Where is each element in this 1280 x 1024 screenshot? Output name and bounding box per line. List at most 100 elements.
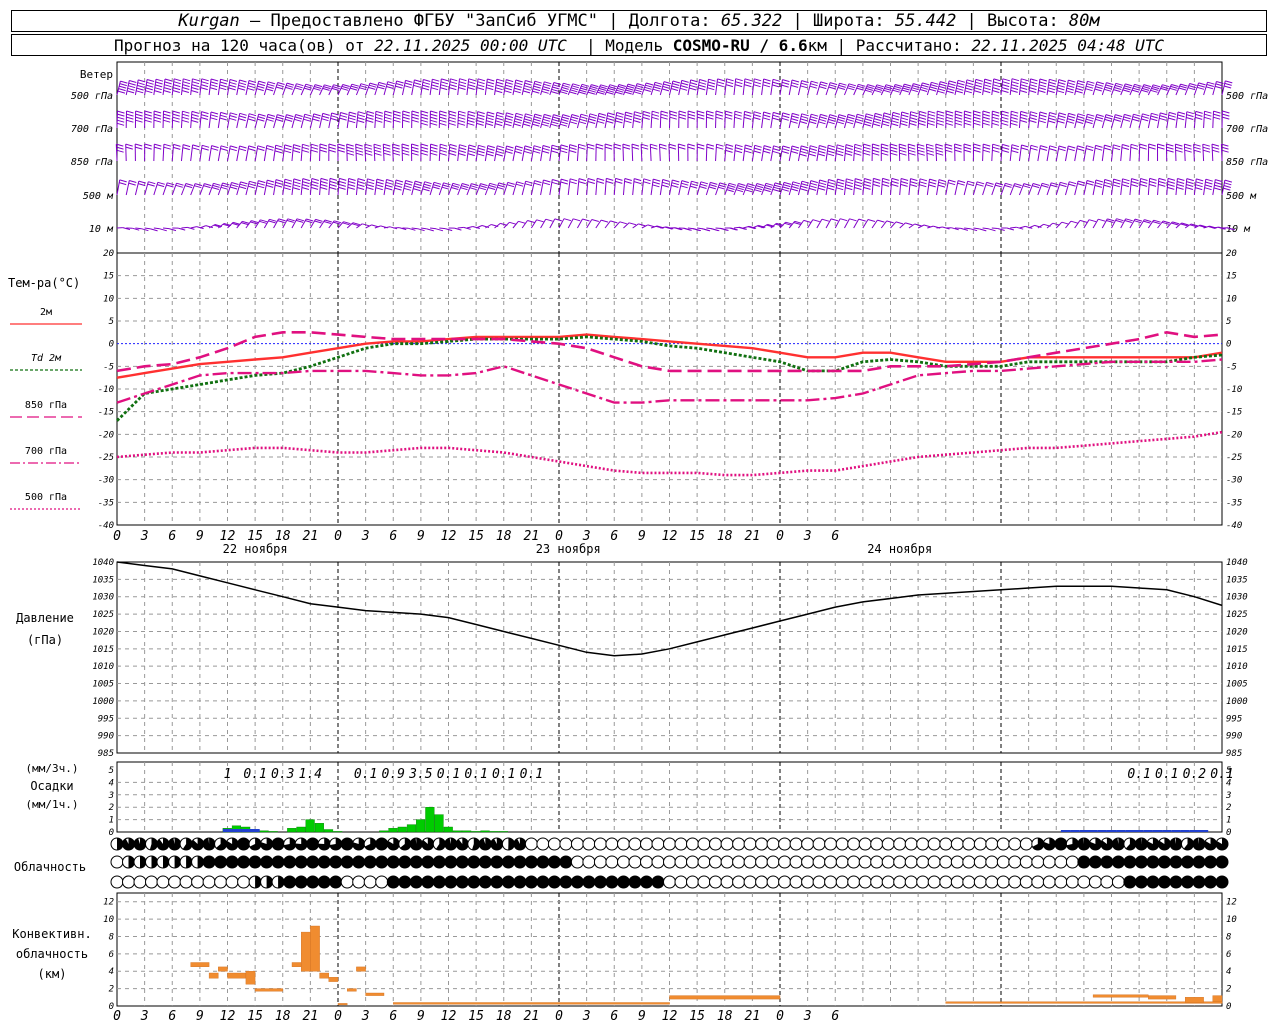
wind-barb-feather (544, 81, 552, 85)
wind-barb-feather (899, 146, 907, 150)
wind-barb-feather (699, 79, 707, 82)
wind-barb-feather (1140, 180, 1148, 184)
wind-barb-feather (672, 80, 681, 84)
wind-barb-feather (430, 146, 438, 150)
wind-barb-feather (560, 147, 568, 151)
wind-barb-feather (983, 87, 991, 91)
wind-barb-feather (439, 146, 448, 150)
wind-barb-feather (1159, 117, 1167, 121)
cloud-cover-icon (191, 837, 205, 851)
wind-barb-feather (895, 84, 903, 87)
cloud-cover-icon (421, 855, 435, 869)
temperature-tick-left: 20 (103, 249, 114, 259)
wind-barb-feather (1104, 144, 1112, 148)
wind-barb-icon (613, 178, 616, 196)
wind-barb-feather (439, 149, 448, 153)
wind-barb-feather (219, 87, 227, 91)
wind-barb-feather (229, 115, 237, 118)
wind-barb-feather (401, 143, 410, 147)
wind-barb-feather (578, 178, 587, 182)
cloud-cover-icon (812, 837, 826, 851)
wind-barb-feather (756, 183, 764, 186)
wind-barb-feather (847, 113, 856, 117)
wind-barb-feather (900, 181, 909, 184)
wind-barb-icon (862, 144, 865, 162)
wind-barb-feather (265, 88, 274, 92)
wind-barb-feather (753, 117, 761, 120)
cloud-cover-icon (593, 875, 607, 889)
wind-barb-icon (972, 181, 978, 196)
wind-barb-feather (507, 181, 515, 185)
wind-barb-feather (782, 148, 790, 152)
wind-barb-feather (945, 149, 953, 153)
wind-barb-feather (559, 123, 568, 127)
wind-barb-icon (466, 111, 469, 129)
wind-barb-feather (605, 180, 614, 184)
cloud-cover-icon (605, 875, 619, 889)
wind-barb-feather (560, 150, 568, 154)
wind-barb-feather (351, 83, 359, 87)
cloud-cover-icon (478, 837, 492, 851)
wind-barb-icon (576, 178, 580, 196)
wind-barb-feather (310, 146, 319, 150)
wind-barb-feather (136, 90, 144, 94)
wind-barb-feather (747, 183, 755, 187)
wind-barb-icon (843, 144, 847, 162)
wind-barb-feather (448, 122, 456, 126)
wind-barb-feather (366, 119, 374, 123)
wind-barb-feather (314, 86, 322, 89)
wind-barb-icon (1037, 111, 1041, 129)
wind-barb-feather (754, 147, 762, 151)
wind-barb-feather (781, 81, 790, 85)
wind-barb-feather (790, 188, 799, 192)
x-tick-label-bottom: 6 (168, 1009, 176, 1024)
cloud-cover-icon (881, 837, 895, 851)
cloud-cover-icon (260, 837, 274, 851)
cloud-cover-icon (467, 837, 481, 851)
wind-barb-feather (1058, 115, 1066, 119)
wind-barb-feather (505, 148, 514, 152)
wind-barb-feather (652, 184, 660, 188)
wind-barb-feather (838, 116, 846, 120)
cloud-cover-icon (1077, 855, 1091, 869)
wind-barb-feather (1140, 178, 1148, 181)
wind-barb-feather (963, 146, 972, 150)
wind-barb-icon (1064, 80, 1069, 96)
wind-barb-feather (506, 112, 514, 116)
temperature-tick-left: -30 (98, 476, 114, 486)
wind-barb-feather (338, 186, 346, 190)
temperature-tick-right: -20 (1226, 430, 1242, 440)
pressure-tick-left: 1015 (92, 645, 114, 655)
wind-barb-feather (956, 85, 965, 89)
wind-barb-feather (782, 186, 790, 190)
cloud-cover-icon (570, 855, 584, 869)
wind-barb-feather (534, 116, 542, 120)
wind-barb-feather (725, 113, 733, 117)
cloud-cover-icon (559, 875, 573, 889)
wind-barb-icon (512, 220, 519, 229)
wind-barb-feather (126, 113, 134, 117)
x-tick-label-bottom: 21 (524, 1009, 540, 1024)
wind-barb-feather (817, 187, 826, 191)
x-tick-label-bottom: 12 (220, 1009, 236, 1024)
wind-barb-feather (144, 146, 152, 150)
wind-barb-icon (880, 178, 883, 196)
temperature-tick-left: 5 (109, 317, 114, 327)
wind-barb-feather (982, 113, 990, 117)
wind-barb-feather (420, 113, 429, 117)
wind-barb-feather (707, 81, 716, 85)
wind-barb-feather (579, 118, 587, 122)
wind-barb-icon (1220, 144, 1223, 162)
wind-barb-feather (991, 119, 1000, 123)
wind-barb-feather (433, 184, 441, 188)
wind-barb-feather (890, 146, 898, 150)
wind-barb-feather (1075, 90, 1083, 94)
wind-barb-feather (864, 178, 872, 181)
wind-barb-feather (790, 118, 799, 122)
precip-hourly-bar (1171, 830, 1181, 832)
wind-barb-icon (1037, 145, 1041, 162)
wind-barb-feather (1195, 113, 1203, 117)
wind-barb-feather (533, 145, 542, 149)
cloud-cover-icon (858, 875, 872, 889)
wind-barb-feather (829, 84, 837, 88)
